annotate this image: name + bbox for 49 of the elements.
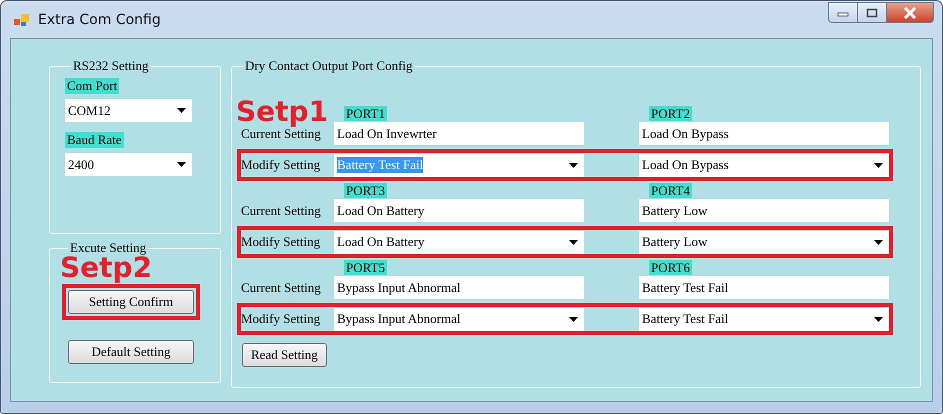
group-title: Excute Setting <box>69 240 148 256</box>
maximize-button[interactable] <box>858 2 887 23</box>
group-title: RS232 Setting <box>72 58 150 74</box>
dropdown[interactable]: 2400 <box>65 153 192 176</box>
row-label: Modify Setting <box>241 311 322 327</box>
port-label: PORT4 <box>649 183 692 198</box>
field-label: Com Port <box>65 78 120 94</box>
caret-icon <box>874 240 883 244</box>
dropdown[interactable]: Load On Bypass <box>639 154 889 176</box>
port-label: PORT6 <box>649 260 692 275</box>
row-label: Modify Setting <box>241 234 322 250</box>
row-label: Modify Setting <box>241 157 322 173</box>
dropdown[interactable]: COM12 <box>65 99 192 122</box>
row-label: Current Setting <box>241 202 322 218</box>
text-field[interactable]: Battery Test Fail <box>639 276 889 299</box>
caret-icon <box>177 108 186 113</box>
text-field[interactable]: Load On Invewrter <box>334 122 584 145</box>
text-field[interactable]: Bypass Input Abnormal <box>334 276 584 299</box>
dropdown[interactable]: Battery Test Fail <box>639 308 889 330</box>
port-label: PORT5 <box>344 260 387 275</box>
dropdown[interactable]: Bypass Input Abnormal <box>334 308 584 330</box>
close-button[interactable] <box>887 2 934 23</box>
row-label: Current Setting <box>241 126 321 142</box>
dropdown[interactable]: Battery Low <box>639 230 889 254</box>
text-field[interactable]: Load On Bypass <box>639 122 889 145</box>
port-label: PORT3 <box>344 183 387 198</box>
window-title: Extra Com Config <box>38 12 161 28</box>
port-label: PORT1 <box>344 106 387 121</box>
caret-icon <box>569 316 578 322</box>
caret-icon <box>874 316 883 322</box>
text-field[interactable]: Load On Battery <box>334 199 584 222</box>
minimize-button[interactable] <box>828 2 858 23</box>
maximize-icon <box>866 8 878 18</box>
read-setting-button[interactable]: Read Setting <box>242 343 327 367</box>
group-title: Dry Contact Output Port Config <box>244 58 414 74</box>
caret-icon <box>874 162 883 168</box>
dropdown[interactable]: Load On Battery <box>334 230 584 254</box>
action-button[interactable]: Setting Confirm <box>68 290 194 314</box>
close-icon <box>903 6 917 18</box>
text-field[interactable]: Battery Low <box>639 199 889 222</box>
port-label: PORT2 <box>649 106 692 121</box>
annotation-text: Setp2 <box>60 254 152 282</box>
action-button[interactable]: Default Setting <box>68 340 194 364</box>
caret-icon <box>569 240 578 244</box>
app-icon <box>14 12 30 26</box>
caret-icon <box>569 162 578 168</box>
field-label: Baud Rate <box>65 132 124 148</box>
row-label: Current Setting <box>241 280 322 296</box>
caret-icon <box>177 162 186 167</box>
